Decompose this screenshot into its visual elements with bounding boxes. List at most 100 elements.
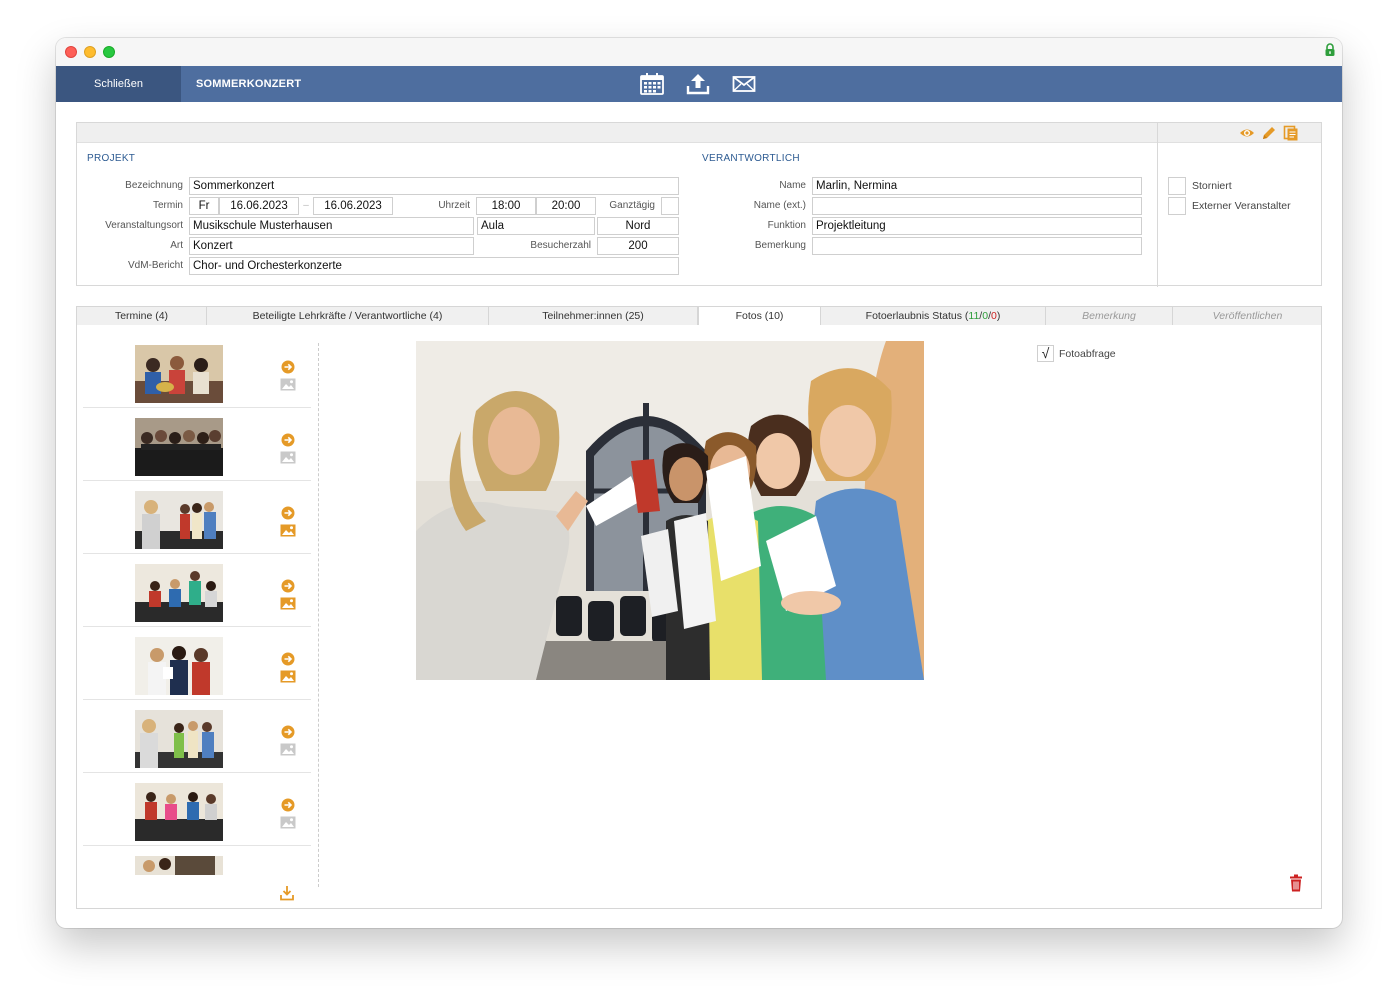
externer-veranstalter-checkbox[interactable] bbox=[1168, 197, 1186, 215]
art-field[interactable]: Konzert bbox=[189, 237, 474, 255]
photo-thumbnail[interactable] bbox=[135, 345, 223, 403]
photo-thumbnail[interactable] bbox=[135, 710, 223, 768]
photo-list-item[interactable] bbox=[83, 846, 311, 875]
download-icon[interactable] bbox=[279, 885, 295, 901]
bemerkung-field[interactable] bbox=[812, 237, 1142, 255]
fotoabfrage-label: Fotoabfrage bbox=[1059, 348, 1116, 360]
tab-fotoerlaubnis-status[interactable]: Fotoerlaubnis Status (11/0/0) bbox=[821, 307, 1046, 326]
ganztaegig-checkbox[interactable] bbox=[661, 197, 679, 215]
storniert-label: Storniert bbox=[1192, 180, 1232, 192]
region-field[interactable]: Nord bbox=[597, 217, 679, 235]
veranstaltungsort-label: Veranstaltungsort bbox=[105, 220, 183, 231]
app-window: Schließen SOMMERKONZERT PROJEKT Bezeichn… bbox=[56, 38, 1342, 928]
time-to-field[interactable]: 20:00 bbox=[536, 197, 596, 215]
date-to-field[interactable]: 16.06.2023 bbox=[313, 197, 393, 215]
bezeichnung-field[interactable]: Sommerkonzert bbox=[189, 177, 679, 195]
title-bar bbox=[56, 38, 1342, 66]
photo-list-item[interactable] bbox=[83, 700, 311, 773]
name-field[interactable]: Marlin, Nermina bbox=[812, 177, 1142, 195]
image-icon[interactable] bbox=[280, 597, 296, 610]
arrow-right-icon[interactable] bbox=[281, 433, 295, 447]
name-label: Name bbox=[779, 180, 806, 191]
section-heading-verantwortlich: VERANTWORTLICH bbox=[702, 153, 800, 164]
arrow-right-icon[interactable] bbox=[281, 725, 295, 739]
besucherzahl-label: Besucherzahl bbox=[530, 240, 591, 251]
close-window-button[interactable] bbox=[65, 46, 77, 58]
panel-header bbox=[77, 123, 1321, 143]
tab-bemerkung[interactable]: Bemerkung bbox=[1046, 307, 1173, 326]
eye-icon[interactable] bbox=[1239, 125, 1255, 141]
photo-list-item[interactable] bbox=[83, 335, 311, 408]
funktion-field[interactable]: Projektleitung bbox=[812, 217, 1142, 235]
image-icon[interactable] bbox=[280, 670, 296, 683]
bemerkung-label: Bemerkung bbox=[754, 240, 806, 251]
image-icon[interactable] bbox=[280, 524, 296, 537]
top-toolbar: Schließen SOMMERKONZERT bbox=[56, 66, 1342, 102]
photo-list-item[interactable] bbox=[83, 481, 311, 554]
vdm-bericht-label: VdM-Bericht bbox=[127, 260, 183, 271]
arrow-right-icon[interactable] bbox=[281, 798, 295, 812]
image-icon[interactable] bbox=[280, 816, 296, 829]
vdm-bericht-field[interactable]: Chor- und Orchesterkonzerte bbox=[189, 257, 679, 275]
list-divider bbox=[318, 343, 319, 887]
upload-icon[interactable] bbox=[685, 72, 711, 96]
photo-list-item[interactable] bbox=[83, 627, 311, 700]
fotoerlaubnis-suffix: ) bbox=[996, 310, 1001, 322]
pencil-icon[interactable] bbox=[1261, 125, 1277, 141]
project-details-panel: PROJEKT Bezeichnung Sommerkonzert Termin… bbox=[76, 122, 1322, 287]
trash-icon[interactable] bbox=[1288, 874, 1304, 892]
arrow-right-icon[interactable] bbox=[281, 360, 295, 374]
fotos-panel: √ Fotoabfrage bbox=[76, 325, 1322, 909]
image-icon[interactable] bbox=[280, 378, 296, 391]
lock-icon bbox=[1325, 43, 1335, 56]
panel-divider bbox=[1157, 123, 1158, 287]
arrow-right-icon[interactable] bbox=[281, 652, 295, 666]
photo-thumbnail[interactable] bbox=[135, 856, 223, 875]
page-title: SOMMERKONZERT bbox=[196, 78, 302, 90]
storniert-checkbox[interactable] bbox=[1168, 177, 1186, 195]
date-separator: – bbox=[303, 200, 309, 211]
ganztaegig-label: Ganztägig bbox=[609, 200, 655, 211]
termin-label: Termin bbox=[152, 200, 183, 211]
mail-icon[interactable] bbox=[731, 72, 757, 96]
calendar-icon[interactable] bbox=[639, 72, 665, 96]
arrow-right-icon[interactable] bbox=[281, 506, 295, 520]
tab-bar: Termine (4) Beteiligte Lehrkräfte / Vera… bbox=[76, 306, 1322, 327]
minimize-window-button[interactable] bbox=[84, 46, 96, 58]
name-ext-label: Name (ext.) bbox=[753, 200, 806, 211]
zoom-window-button[interactable] bbox=[103, 46, 115, 58]
fotoabfrage-checkbox[interactable]: √ bbox=[1037, 345, 1054, 362]
photo-list-item[interactable] bbox=[83, 773, 311, 846]
photo-list-item[interactable] bbox=[83, 408, 311, 481]
weekday-field: Fr bbox=[189, 197, 219, 215]
photo-thumbnail[interactable] bbox=[135, 564, 223, 622]
tab-fotos[interactable]: Fotos (10) bbox=[698, 307, 821, 327]
date-from-field[interactable]: 16.06.2023 bbox=[219, 197, 299, 215]
photo-list-item[interactable] bbox=[83, 554, 311, 627]
photo-thumbnail[interactable] bbox=[135, 418, 223, 476]
tab-termine[interactable]: Termine (4) bbox=[77, 307, 207, 326]
veranstaltungsort-field[interactable]: Musikschule Musterhausen bbox=[189, 217, 474, 235]
selected-photo-preview bbox=[416, 341, 924, 680]
photo-thumbnail[interactable] bbox=[135, 637, 223, 695]
arrow-right-icon[interactable] bbox=[281, 579, 295, 593]
close-button[interactable]: Schließen bbox=[56, 66, 181, 102]
photo-thumbnail[interactable] bbox=[135, 783, 223, 841]
fotoerlaubnis-prefix: Fotoerlaubnis Status ( bbox=[865, 310, 969, 322]
tab-veroeffentlichen[interactable]: Veröffentlichen bbox=[1173, 307, 1322, 326]
fotoerlaubnis-count-granted: 11 bbox=[968, 310, 980, 322]
uhrzeit-label: Uhrzeit bbox=[438, 200, 470, 211]
time-from-field[interactable]: 18:00 bbox=[476, 197, 536, 215]
tab-lehrkraefte[interactable]: Beteiligte Lehrkräfte / Verantwortliche … bbox=[207, 307, 489, 326]
name-ext-field[interactable] bbox=[812, 197, 1142, 215]
besucherzahl-field[interactable]: 200 bbox=[597, 237, 679, 255]
tab-teilnehmer[interactable]: Teilnehmer:innen (25) bbox=[489, 307, 698, 326]
image-icon[interactable] bbox=[280, 743, 296, 756]
raum-field[interactable]: Aula bbox=[477, 217, 595, 235]
photo-thumbnail-list[interactable] bbox=[83, 335, 311, 875]
copy-icon[interactable] bbox=[1283, 125, 1299, 141]
bezeichnung-label: Bezeichnung bbox=[125, 180, 183, 191]
photo-thumbnail[interactable] bbox=[135, 491, 223, 549]
externer-veranstalter-label: Externer Veranstalter bbox=[1192, 200, 1291, 212]
image-icon[interactable] bbox=[280, 451, 296, 464]
